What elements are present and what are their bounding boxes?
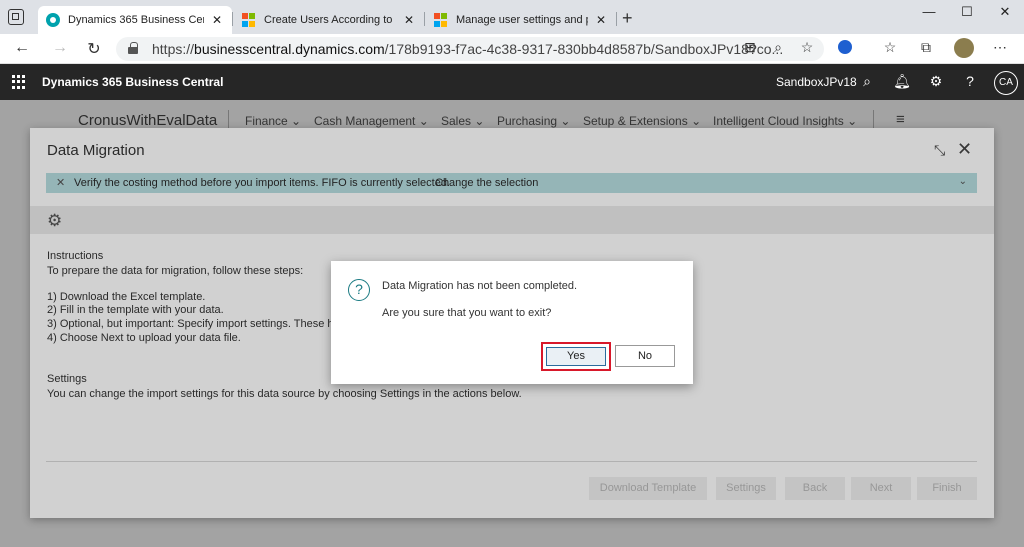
forward-icon[interactable]: → — [50, 39, 70, 57]
zoom-icon[interactable]: ⌕ — [768, 39, 788, 59]
microsoft-logo-icon — [242, 13, 256, 27]
notifications-icon[interactable]: 🔔︎ — [893, 73, 911, 90]
confirm-exit-dialog: ? Data Migration has not been completed.… — [331, 261, 693, 384]
extension-icon[interactable] — [838, 40, 852, 54]
add-favorite-icon[interactable]: ☆ — [797, 39, 817, 59]
tab-close-icon[interactable]: ✕ — [594, 13, 608, 27]
tab-close-icon[interactable]: ✕ — [210, 13, 224, 27]
environment-name[interactable]: SandboxJPv18 — [776, 75, 857, 89]
url-path: /178b9193-f7ac-4c38-9317-830bb4d8587b/Sa… — [384, 41, 784, 57]
tab-separator — [424, 12, 425, 26]
favorites-icon[interactable]: ☆ — [880, 39, 900, 59]
lock-icon[interactable] — [128, 42, 138, 54]
question-icon: ? — [348, 279, 370, 301]
search-icon[interactable]: ⌕ — [858, 73, 876, 90]
url-scheme: https:// — [152, 41, 195, 57]
tab-close-icon[interactable]: ✕ — [402, 13, 416, 27]
tab-business-central[interactable]: Dynamics 365 Business Central - ✕ — [38, 6, 232, 34]
url-field[interactable]: https://businesscentral.dynamics.com/178… — [116, 37, 824, 61]
bc-app-header: Dynamics 365 Business Central SandboxJPv… — [0, 64, 1024, 100]
more-menu-icon[interactable]: ⋯ — [990, 39, 1010, 59]
tab-create-users[interactable]: Create Users According to Licen ✕ — [234, 6, 424, 34]
user-avatar[interactable]: CA — [994, 71, 1018, 95]
profile-avatar[interactable] — [954, 38, 974, 58]
refresh-icon[interactable]: ↻ — [84, 39, 104, 59]
tab-separator — [616, 12, 617, 26]
tab-manage-user-settings[interactable]: Manage user settings and prefe ✕ — [426, 6, 616, 34]
url-host: businesscentral.dynamics.com — [194, 41, 385, 57]
browser-address-bar: ← → ↻ https://businesscentral.dynamics.c… — [0, 34, 1024, 64]
window-close-icon[interactable]: ✕ — [994, 4, 1016, 22]
app-launcher-icon[interactable] — [12, 75, 26, 89]
yes-button-highlight: Yes — [541, 342, 611, 371]
new-tab-icon[interactable]: + — [622, 9, 633, 27]
back-icon[interactable]: ← — [12, 39, 32, 57]
collections-icon[interactable]: ⧉ — [916, 39, 936, 59]
tab-actions-icon[interactable] — [8, 9, 24, 25]
maximize-icon[interactable]: ☐ — [956, 4, 978, 22]
app-title: Dynamics 365 Business Central — [42, 75, 224, 89]
d365-icon — [46, 13, 60, 27]
minimize-icon[interactable]: — — [918, 4, 940, 22]
browser-tab-bar: Dynamics 365 Business Central - ✕ Create… — [0, 0, 1024, 34]
settings-gear-icon[interactable]: ⚙ — [927, 73, 945, 90]
no-button[interactable]: No — [615, 345, 675, 367]
tab-separator — [232, 12, 233, 26]
dialog-question: Are you sure that you want to exit? — [382, 307, 552, 319]
microsoft-logo-icon — [434, 13, 448, 27]
help-icon[interactable]: ? — [961, 73, 979, 89]
reader-view-icon[interactable]: ⊞ — [740, 39, 760, 59]
dialog-message: Data Migration has not been completed. — [382, 280, 578, 292]
yes-button[interactable]: Yes — [546, 347, 606, 366]
